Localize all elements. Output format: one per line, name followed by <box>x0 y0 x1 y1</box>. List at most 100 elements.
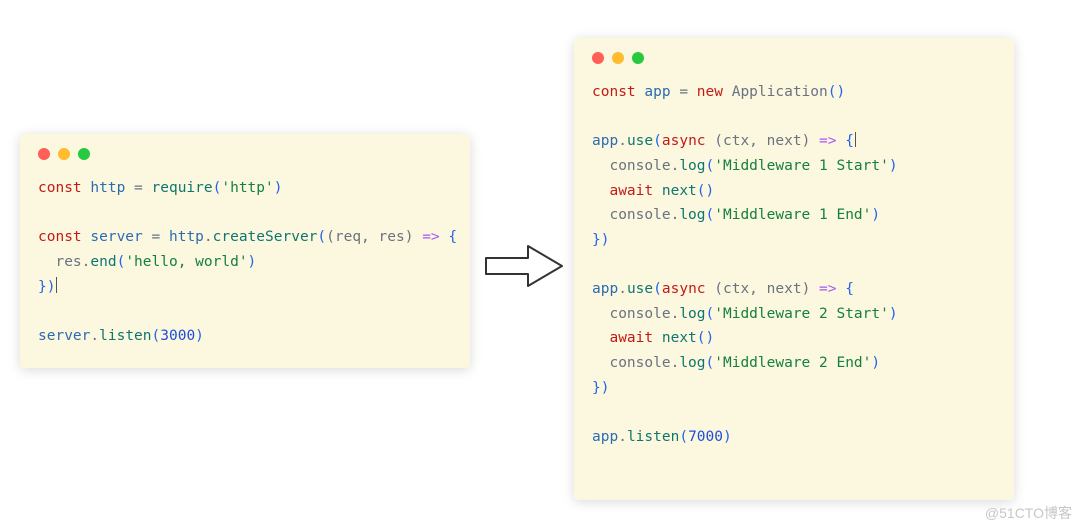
zoom-icon <box>632 52 644 64</box>
code-token: ) <box>195 328 204 344</box>
code-token: 7000 <box>688 429 723 445</box>
close-icon <box>38 148 50 160</box>
code-token: log <box>679 158 705 174</box>
close-icon <box>592 52 604 64</box>
code-token: . <box>671 158 680 174</box>
code-token: log <box>679 306 705 322</box>
minimize-icon <box>58 148 70 160</box>
code-token: . <box>671 306 680 322</box>
code-token: const <box>592 84 644 100</box>
code-token: . <box>618 133 627 149</box>
code-token: (ctx, next) <box>714 133 810 149</box>
code-token: 'hello, world' <box>125 254 247 270</box>
code-token: server <box>90 229 142 245</box>
code-token: 'Middleware 2 End' <box>714 355 871 371</box>
code-token: 3000 <box>160 328 195 344</box>
code-token: use <box>627 133 653 149</box>
window-controls <box>38 148 452 160</box>
code-token <box>810 133 819 149</box>
code-token: 'http' <box>221 180 273 196</box>
code-token: await <box>609 330 661 346</box>
code-token: ) <box>601 232 610 248</box>
code-token: use <box>627 281 653 297</box>
code-token: () <box>697 183 714 199</box>
code-token: 'Middleware 1 End' <box>714 207 871 223</box>
code-token: ( <box>653 133 662 149</box>
code-token: } <box>592 380 601 396</box>
code-token: async <box>662 281 714 297</box>
code-token: ( <box>653 281 662 297</box>
code-token: { <box>448 229 457 245</box>
code-token: (req, res) <box>326 229 413 245</box>
code-token: new <box>697 84 732 100</box>
code-token: . <box>671 207 680 223</box>
code-token: app <box>592 429 618 445</box>
code-token <box>592 183 609 199</box>
window-controls <box>592 52 996 64</box>
code-token <box>592 330 609 346</box>
code-token: . <box>618 429 627 445</box>
code-token: end <box>90 254 116 270</box>
code-token: => <box>422 229 439 245</box>
code-token: ( <box>679 429 688 445</box>
code-token: ) <box>871 355 880 371</box>
arrow-icon <box>484 242 564 295</box>
code-token: app <box>644 84 670 100</box>
code-token: log <box>679 207 705 223</box>
code-token: () <box>697 330 714 346</box>
code-token: 'Middleware 1 Start' <box>714 158 889 174</box>
code-token: ( <box>706 207 715 223</box>
code-token: server <box>38 328 90 344</box>
code-token: ( <box>706 158 715 174</box>
left-code-card: const http = require ( 'http') const serve… <box>20 134 470 368</box>
watermark: @51CTO博客 <box>985 503 1072 523</box>
code-token: ) <box>274 180 283 196</box>
code-token: . <box>90 328 99 344</box>
minimize-icon <box>612 52 624 64</box>
code-token: app <box>592 281 618 297</box>
code-token: ( <box>706 355 715 371</box>
right-code-card: const app = new Application() app.use(as… <box>574 38 1014 500</box>
code-token: = <box>125 180 151 196</box>
code-token: Application <box>732 84 828 100</box>
code-token: log <box>679 355 705 371</box>
code-token: await <box>609 183 661 199</box>
code-token: console <box>592 306 671 322</box>
code-token: . <box>204 229 213 245</box>
code-token: } <box>38 279 47 295</box>
code-token: listen <box>99 328 151 344</box>
code-token <box>413 229 422 245</box>
code-token: ) <box>889 306 898 322</box>
code-token: (ctx, next) <box>714 281 810 297</box>
code-token: ( <box>152 328 161 344</box>
code-token: next <box>662 183 697 199</box>
code-token: { <box>845 133 854 149</box>
code-token: const <box>38 180 90 196</box>
code-token: ) <box>47 279 56 295</box>
code-token: http <box>169 229 204 245</box>
code-token: ) <box>871 207 880 223</box>
code-token: 'Middleware 2 Start' <box>714 306 889 322</box>
code-token <box>837 281 846 297</box>
code-token: ) <box>248 254 257 270</box>
code-token: = <box>143 229 169 245</box>
code-token: => <box>819 281 836 297</box>
code-token: createServer <box>213 229 318 245</box>
text-cursor <box>855 132 856 147</box>
code-token: => <box>819 133 836 149</box>
code-token: next <box>662 330 697 346</box>
code-token: console <box>592 158 671 174</box>
code-token: console <box>592 207 671 223</box>
code-token: require <box>152 180 213 196</box>
code-token <box>810 281 819 297</box>
code-token: ) <box>723 429 732 445</box>
code-token: http <box>90 180 125 196</box>
code-token: ( <box>706 306 715 322</box>
code-token: console <box>592 355 671 371</box>
code-token: . <box>618 281 627 297</box>
code-token: const <box>38 229 90 245</box>
code-token: = <box>671 84 697 100</box>
right-code-block: const app = new Application() app.use(as… <box>592 80 996 450</box>
code-token: () <box>828 84 845 100</box>
code-token: ) <box>889 158 898 174</box>
